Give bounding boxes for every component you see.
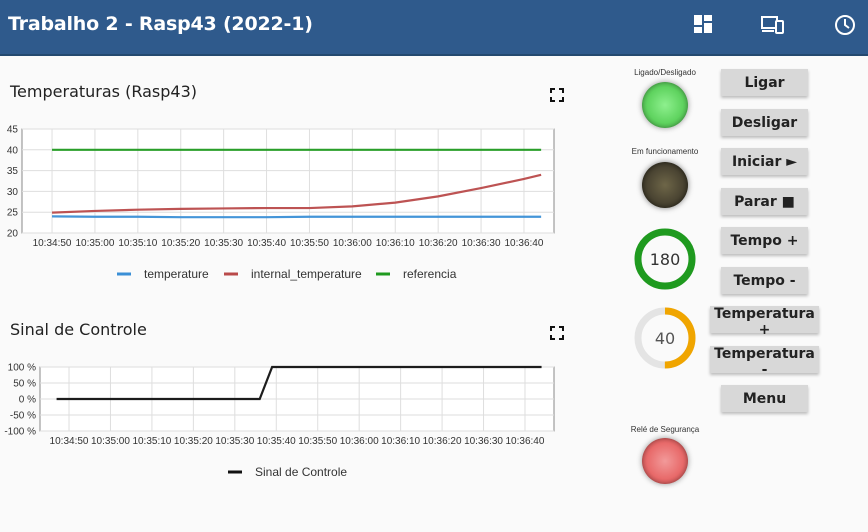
x-tick-label: 10:34:50: [50, 436, 89, 447]
running-led: [642, 162, 688, 208]
x-tick-label: 10:36:20: [419, 238, 458, 249]
tempo-minus-button[interactable]: Tempo -: [721, 267, 808, 294]
temperature-gauge: 40: [634, 307, 696, 369]
menu-button[interactable]: Menu: [721, 385, 808, 412]
y-tick-label: 100 %: [8, 363, 36, 374]
x-tick-label: 10:35:20: [174, 436, 213, 447]
legend-label: internal_temperature: [251, 267, 362, 281]
x-tick-label: 10:35:50: [290, 238, 329, 249]
devices-icon[interactable]: [761, 14, 784, 36]
x-tick-label: 10:36:10: [376, 238, 415, 249]
dashboard-title: Trabalho 2 - Rasp43 (2022-1): [8, 13, 313, 35]
relay-label: Relé de Segurança: [630, 425, 700, 434]
control-signal-chart: 100 %50 %0 %-50 %-100 %10:34:50 10:35:00 1…: [4, 363, 555, 479]
x-tick-label: 10:36:30: [462, 238, 501, 249]
x-tick-label: 10:36:00: [333, 238, 372, 249]
x-tick-label: 10:35:10: [118, 238, 157, 249]
temperature-panel-title: Temperaturas (Rasp43): [10, 82, 197, 101]
tempo-plus-button[interactable]: Tempo +: [721, 227, 808, 254]
temperature-chart: 45 40 35 30 25 20 10:34:50 10:35:00 10:35:10 10:3…: [7, 125, 555, 281]
app-header: Trabalho 2 - Rasp43 (2022-1): [0, 0, 868, 56]
x-tick-label: 10:35:10: [132, 436, 171, 447]
ligar-button[interactable]: Ligar: [721, 69, 808, 96]
dashboard-icon[interactable]: [693, 14, 715, 36]
x-tick-label: 10:35:40: [257, 436, 296, 447]
iniciar-button[interactable]: Iniciar ►: [721, 148, 808, 175]
y-tick-label: 0 %: [19, 395, 36, 406]
temperature-gauge-value: 40: [655, 329, 675, 348]
y-tick-label: 35: [7, 166, 19, 177]
y-tick-label: 50 %: [13, 379, 36, 390]
time-gauge: 180: [634, 228, 696, 290]
x-tick-label: 10:36:30: [464, 436, 503, 447]
y-tick-label: 40: [7, 145, 19, 156]
legend-label: referencia: [403, 267, 457, 281]
y-tick-label: -100 %: [4, 427, 36, 438]
relay-led: [642, 438, 688, 484]
parar-button[interactable]: Parar ■: [721, 188, 808, 215]
x-tick-label: 10:35:00: [75, 238, 114, 249]
y-tick-label: 25: [7, 208, 19, 219]
y-tick-label: -50 %: [10, 411, 36, 422]
x-tick-label: 10:36:00: [340, 436, 379, 447]
clock-icon[interactable]: [834, 14, 856, 36]
onoff-led: [642, 82, 688, 128]
onoff-label: Ligado/Desligado: [634, 68, 696, 77]
x-tick-label: 10:35:00: [91, 436, 130, 447]
x-tick-label: 10:36:20: [423, 436, 462, 447]
y-tick-label: 30: [7, 187, 19, 198]
x-tick-label: 10:36:40: [506, 436, 545, 447]
x-tick-label: 10:35:30: [204, 238, 243, 249]
x-tick-label: 10:36:10: [381, 436, 420, 447]
y-tick-label: 45: [7, 125, 19, 136]
x-tick-label: 10:35:30: [215, 436, 254, 447]
legend-label: Sinal de Controle: [255, 465, 347, 479]
x-tick-label: 10:36:40: [504, 238, 543, 249]
x-tick-label: 10:35:20: [161, 238, 200, 249]
expand-icon[interactable]: [550, 326, 564, 340]
time-gauge-value: 180: [650, 250, 681, 269]
x-tick-label: 10:34:50: [33, 238, 72, 249]
legend-label: temperature: [144, 267, 209, 281]
y-tick-label: 20: [7, 229, 19, 240]
running-label: Em funcionamento: [631, 147, 699, 156]
desligar-button[interactable]: Desligar: [721, 109, 808, 136]
temperatura-minus-button[interactable]: Temperatura -: [710, 346, 819, 378]
expand-icon[interactable]: [550, 88, 564, 102]
signal-panel-title: Sinal de Controle: [10, 320, 147, 339]
x-tick-label: 10:35:40: [247, 238, 286, 249]
temperatura-plus-button[interactable]: Temperatura +: [710, 306, 819, 338]
x-tick-label: 10:35:50: [298, 436, 337, 447]
series-line-temperature: [52, 215, 542, 219]
